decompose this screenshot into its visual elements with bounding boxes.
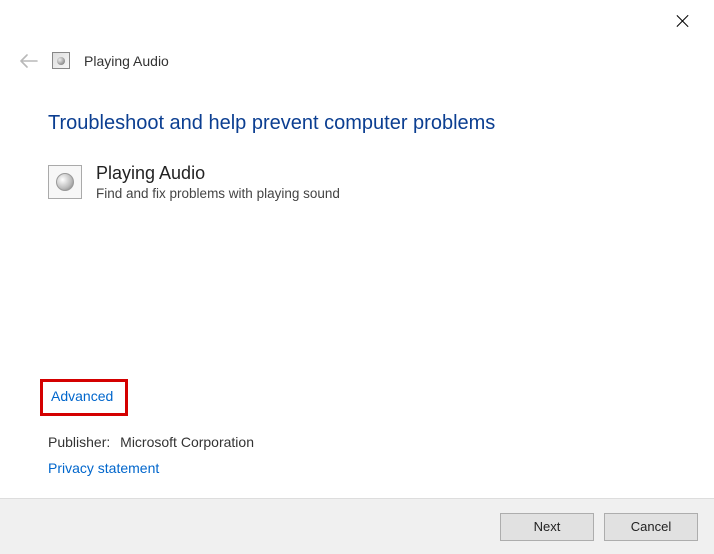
titlebar: Playing Audio bbox=[20, 52, 169, 69]
button-bar: Next Cancel bbox=[0, 498, 714, 554]
troubleshooter-item: Playing Audio Find and fix problems with… bbox=[48, 163, 674, 201]
troubleshooter-title: Playing Audio bbox=[96, 163, 340, 184]
page-heading: Troubleshoot and help prevent computer p… bbox=[48, 112, 674, 135]
publisher-row: Publisher: Microsoft Corporation bbox=[48, 434, 254, 450]
window-title: Playing Audio bbox=[84, 53, 169, 69]
content-area: Troubleshoot and help prevent computer p… bbox=[48, 112, 674, 201]
advanced-highlight: Advanced bbox=[40, 379, 128, 416]
publisher-label: Publisher: bbox=[48, 434, 110, 450]
audio-troubleshooter-icon bbox=[48, 165, 82, 199]
advanced-link[interactable]: Advanced bbox=[51, 388, 113, 404]
troubleshooter-icon bbox=[52, 52, 70, 69]
back-arrow-icon[interactable] bbox=[20, 54, 38, 68]
publisher-value: Microsoft Corporation bbox=[120, 434, 254, 450]
next-button[interactable]: Next bbox=[500, 513, 594, 541]
cancel-button[interactable]: Cancel bbox=[604, 513, 698, 541]
privacy-statement-link[interactable]: Privacy statement bbox=[48, 460, 159, 476]
troubleshooter-description: Find and fix problems with playing sound bbox=[96, 186, 340, 201]
close-icon[interactable] bbox=[674, 12, 692, 30]
